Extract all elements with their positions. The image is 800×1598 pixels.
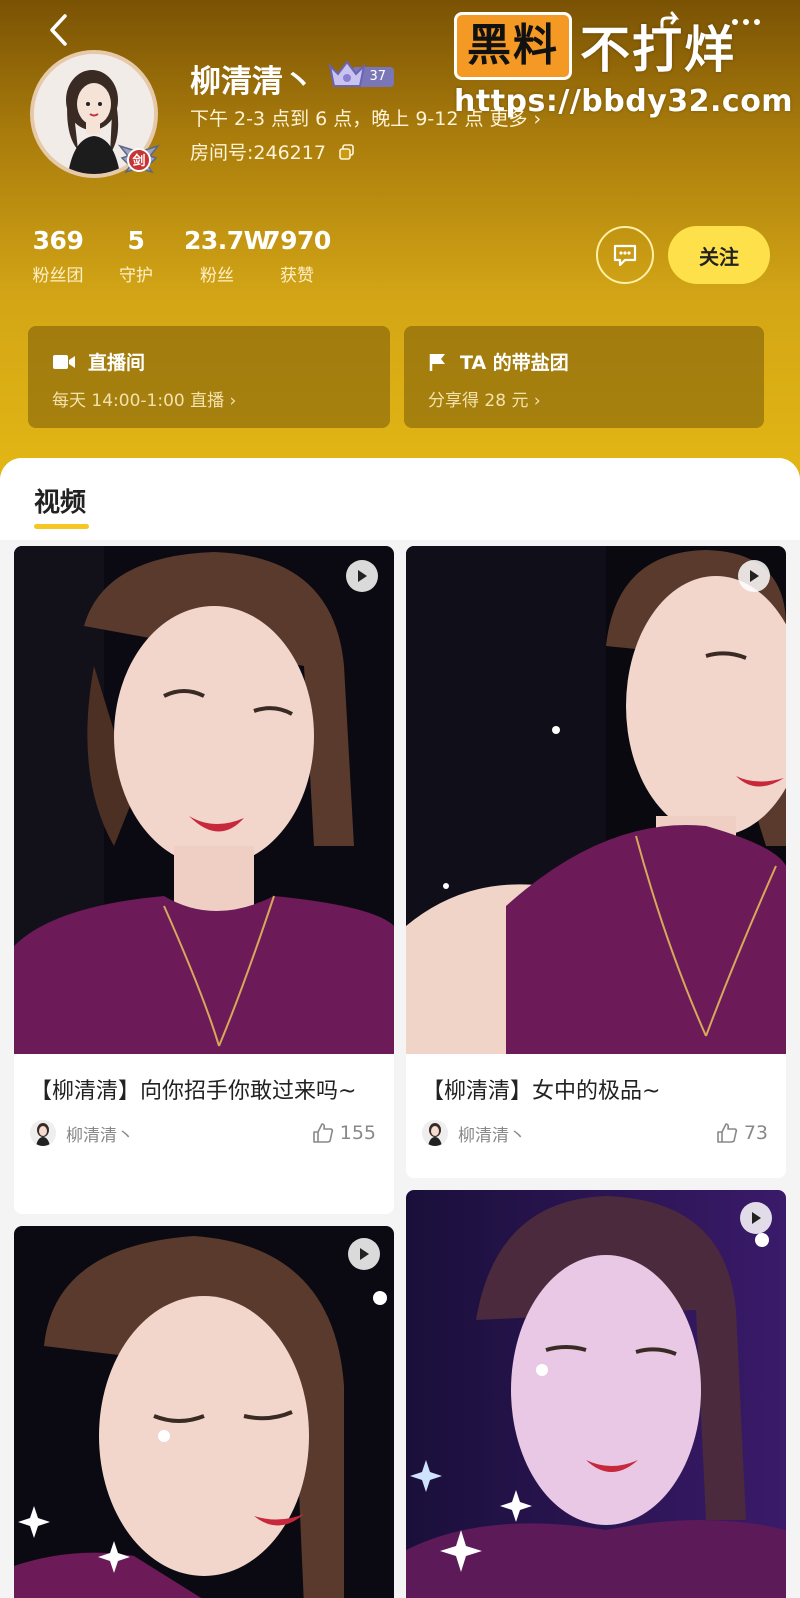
like-count[interactable]: 155 — [312, 1122, 376, 1144]
room-number[interactable]: 房间号:246217 — [190, 138, 356, 165]
stat-label: 粉丝团 — [32, 266, 84, 286]
stat-likes[interactable]: 7970 获赞 — [250, 226, 344, 286]
like-count[interactable]: 73 — [716, 1122, 768, 1144]
team-title: TA 的带盐团 — [460, 352, 569, 374]
streamer-name: 柳清清丶 — [190, 64, 314, 100]
like-number: 73 — [743, 1122, 768, 1144]
stat-fan-club[interactable]: 369 粉丝团 — [28, 226, 88, 286]
video-thumbnail — [14, 1226, 394, 1598]
stats-row: 369 粉丝团 5 守护 23.7W 粉丝 7970 获赞 — [28, 226, 344, 286]
video-meta: 柳清清丶 73 — [406, 1110, 786, 1146]
video-card[interactable] — [406, 1190, 786, 1598]
follow-button[interactable]: 关注 — [668, 226, 770, 284]
play-icon — [738, 560, 770, 592]
schedule-text: 下午 2-3 点到 6 点，晚上 9-12 点 更多 › — [190, 108, 542, 130]
stat-label: 获赞 — [280, 266, 314, 286]
author-avatar — [30, 1120, 56, 1146]
video-card[interactable]: 【柳清清】向你招手你敢过来吗~ 柳清清丶 155 — [14, 546, 394, 1214]
stat-number: 369 — [32, 226, 84, 255]
like-number: 155 — [339, 1122, 376, 1144]
share-button[interactable] — [656, 4, 686, 40]
chat-icon — [613, 244, 637, 267]
room-number-text: 房间号:246217 — [190, 142, 326, 164]
live-room-card[interactable]: 直播间 每天 14:00-1:00 直播 › — [28, 326, 390, 428]
video-camera-icon — [53, 354, 75, 369]
level-badge: 37 — [328, 60, 396, 92]
live-room-subtitle: 每天 14:00-1:00 直播 › — [52, 391, 237, 411]
sword-badge-icon: 剑 — [116, 138, 162, 178]
team-subtitle: 分享得 28 元 › — [428, 391, 541, 411]
svg-text:剑: 剑 — [131, 153, 145, 169]
video-thumbnail — [406, 546, 786, 1054]
video-author: 柳清清丶 — [422, 1120, 526, 1146]
video-card[interactable]: 【柳清清】女中的极品~ 柳清清丶 73 — [406, 546, 786, 1178]
video-author: 柳清清丶 — [30, 1120, 134, 1146]
author-name: 柳清清丶 — [66, 1125, 134, 1146]
video-title: 【柳清清】女中的极品~ — [422, 1079, 661, 1104]
play-icon — [348, 1238, 380, 1270]
author-name: 柳清清丶 — [458, 1125, 526, 1146]
video-thumbnail — [406, 1190, 786, 1598]
stat-label: 守护 — [119, 266, 153, 286]
live-room-title: 直播间 — [88, 352, 146, 374]
tab-indicator — [34, 524, 89, 529]
video-card[interactable] — [14, 1226, 394, 1598]
crown-icon — [328, 60, 366, 87]
author-avatar — [422, 1120, 448, 1146]
video-thumbnail — [14, 546, 394, 1054]
video-meta: 柳清清丶 155 — [14, 1110, 394, 1146]
watermark-badge: 黑料 — [454, 12, 572, 80]
stat-number: 5 — [127, 226, 145, 255]
stat-guardians[interactable]: 5 守护 — [88, 226, 184, 286]
stat-label: 粉丝 — [200, 266, 234, 286]
more-options-button[interactable] — [716, 4, 776, 40]
thumbs-up-icon — [312, 1123, 333, 1143]
team-card[interactable]: TA 的带盐团 分享得 28 元 › — [404, 326, 764, 428]
message-button[interactable] — [596, 226, 654, 284]
tab-videos[interactable]: 视频 — [34, 482, 86, 519]
play-icon — [740, 1202, 772, 1234]
video-title: 【柳清清】向你招手你敢过来吗~ — [30, 1079, 357, 1104]
play-icon — [346, 560, 378, 592]
tab-bar: 视频 — [0, 458, 800, 540]
stat-number: 7970 — [263, 226, 331, 255]
flag-icon — [429, 353, 445, 371]
share-icon — [660, 11, 680, 31]
profile-header: 黑料 不打烊 https://bbdy32.com 剑 柳清清丶 37 下午 2… — [0, 0, 800, 480]
live-schedule[interactable]: 下午 2-3 点到 6 点，晚上 9-12 点 更多 › — [190, 104, 541, 131]
thumbs-up-icon — [717, 1123, 737, 1143]
stat-fans[interactable]: 23.7W 粉丝 — [184, 226, 271, 286]
chevron-left-icon — [50, 14, 67, 46]
copy-icon[interactable] — [338, 143, 356, 161]
stat-number: 23.7W — [184, 226, 271, 255]
back-button[interactable] — [40, 8, 76, 52]
